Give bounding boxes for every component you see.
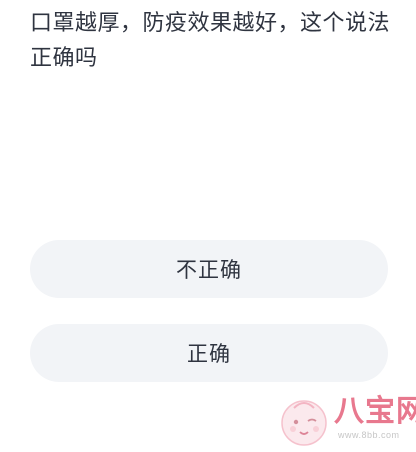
answer-option-incorrect[interactable]: 不正确: [30, 240, 388, 298]
baby-face-logo-icon: [281, 400, 327, 446]
answer-option-correct[interactable]: 正确: [30, 324, 388, 382]
answer-option-label: 不正确: [176, 258, 242, 282]
watermark-title: 八宝网: [334, 394, 416, 429]
watermark-url: www.8bb.com: [338, 430, 400, 440]
answer-option-label: 正确: [187, 342, 231, 366]
site-watermark: 八宝网 www.8bb.com: [278, 392, 416, 450]
question-text: 口罩越厚，防疫效果越好，这个说法正确吗: [30, 11, 391, 71]
